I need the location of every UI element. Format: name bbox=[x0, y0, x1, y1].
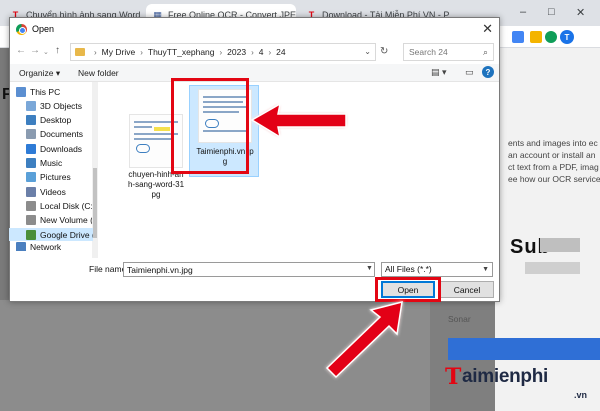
watermark-logo-icon: T bbox=[445, 364, 462, 390]
watermark-brand: aimienphi bbox=[462, 366, 548, 387]
arrow-to-open-icon bbox=[325, 300, 403, 379]
annotation-arrows bbox=[250, 102, 403, 379]
arrow-to-file-icon bbox=[250, 102, 347, 139]
watermark-tld: .vn bbox=[574, 390, 588, 400]
